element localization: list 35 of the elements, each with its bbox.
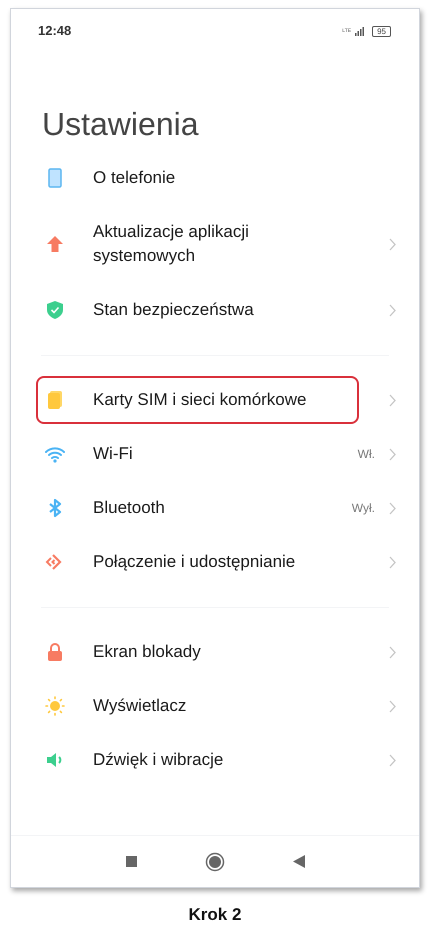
recent-apps-button[interactable] [126, 856, 136, 867]
item-label: Karty SIM i sieci komórkowe [93, 389, 306, 411]
battery-level: 95 [372, 26, 391, 36]
padlock-icon [45, 642, 65, 662]
settings-item[interactable]: Dźwięk i wibracje [11, 733, 419, 787]
settings-item[interactable]: Aktualizacje aplikacji systemowych [11, 205, 419, 283]
item-label: Wyświetlacz [93, 695, 186, 717]
sun-icon [45, 696, 65, 716]
item-label: Ekran blokady [93, 641, 201, 663]
item-label: O telefonie [93, 167, 176, 189]
home-button[interactable] [204, 852, 224, 872]
settings-item[interactable]: Ekran blokady [11, 625, 419, 679]
page-title: Ustawienia [41, 105, 200, 143]
shield-icon [45, 300, 65, 320]
item-value: Wł. [358, 446, 375, 463]
status-time: 12:48 [38, 22, 72, 40]
item-label: Bluetooth [93, 497, 165, 519]
signal-icon [355, 26, 366, 36]
settings-item[interactable]: Połączenie i udostępnianie [11, 535, 419, 589]
item-value: Wył. [352, 500, 375, 517]
item-label: Aktualizacje aplikacji systemowych [93, 221, 250, 267]
sim-card-icon [45, 390, 65, 410]
item-label: Dźwięk i wibracje [93, 749, 224, 771]
item-label: Stan bezpieczeństwa [93, 299, 254, 321]
settings-item[interactable]: O telefonie [11, 151, 419, 205]
settings-item[interactable]: Bluetooth Wył. [11, 481, 419, 535]
item-label: Wi-Fi [93, 443, 133, 465]
up-arrow-icon [45, 234, 65, 254]
step-caption: Krok 2 [188, 904, 242, 926]
settings-item[interactable]: Wi-Fi Wł. [11, 427, 419, 481]
item-label: Połączenie i udostępnianie [93, 551, 296, 573]
settings-item[interactable]: Stan bezpieczeństwa [11, 283, 419, 337]
settings-item[interactable]: Wyświetlacz [11, 679, 419, 733]
back-button[interactable] [292, 855, 304, 868]
settings-item[interactable]: Karty SIM i sieci komórkowe [11, 373, 419, 427]
